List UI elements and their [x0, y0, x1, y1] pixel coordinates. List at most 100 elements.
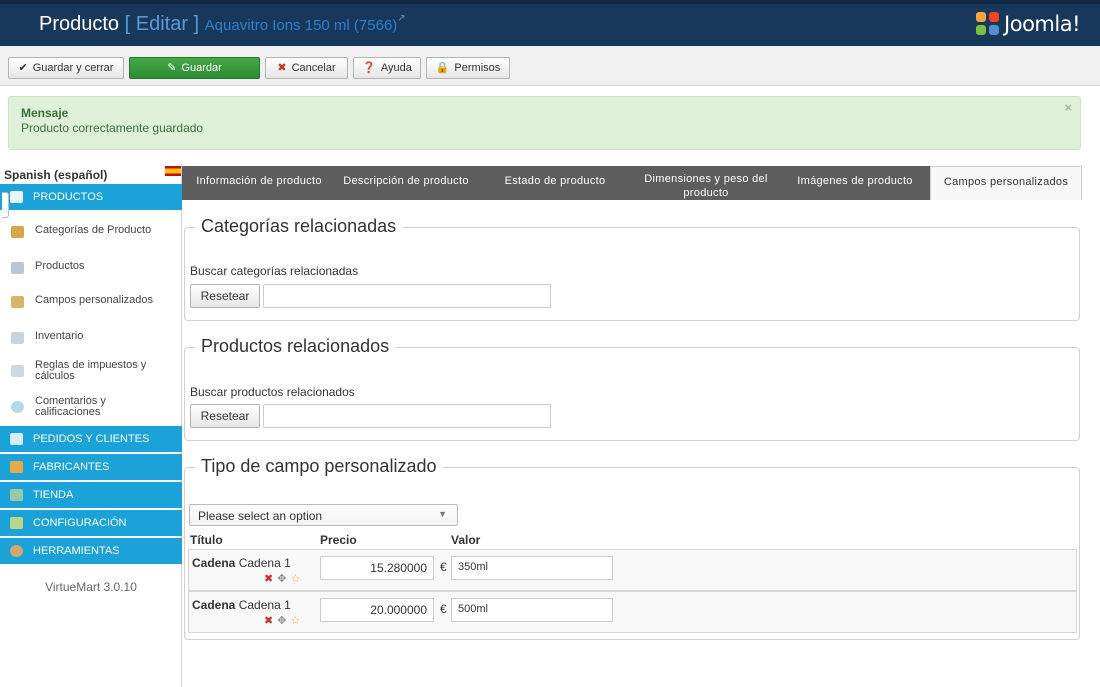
- cancel-button[interactable]: ✖ Cancelar: [265, 57, 348, 79]
- remove-icon[interactable]: ✖: [264, 614, 273, 627]
- sidebar-item-campos[interactable]: Campos personalizados: [0, 294, 182, 308]
- tab-dimensiones[interactable]: Dimensiones y peso del producto: [634, 166, 778, 200]
- section-label: FABRICANTES: [33, 461, 110, 473]
- column-header-titulo: Título: [190, 533, 223, 547]
- app-header: Producto [ Editar ] Aquavitro Ions 150 m…: [0, 0, 1100, 46]
- product-list-icon: [11, 262, 24, 274]
- close-message-button[interactable]: ×: [1064, 100, 1072, 115]
- manufacturers-icon: [10, 461, 23, 473]
- row-name: Cadena 1: [238, 556, 291, 570]
- tab-descripcion[interactable]: Descripción de producto: [335, 166, 477, 200]
- related-categories-input[interactable]: [263, 284, 551, 308]
- row-type: Cadena: [192, 556, 236, 570]
- title-action: [ Editar ]: [124, 13, 200, 35]
- save-label: Guardar: [181, 62, 222, 74]
- sidebar-item-label: Comentarios y calificaciones: [35, 395, 106, 418]
- help-button[interactable]: ❓ Ayuda: [353, 57, 421, 79]
- custom-field-select[interactable]: Please select an option ▼: [189, 504, 458, 526]
- orders-icon: [10, 433, 23, 445]
- related-products-input[interactable]: [263, 404, 551, 428]
- cancel-label: Cancelar: [291, 62, 336, 74]
- configuration-icon: [10, 517, 23, 529]
- related-categories-label: Buscar categorías relacionadas: [190, 264, 359, 278]
- sidebar-item-comentarios[interactable]: Comentarios y calificaciones: [0, 396, 140, 418]
- related-categories-legend: Categorías relacionadas: [195, 216, 403, 237]
- row-actions: ✖ ✥ ☆: [264, 614, 300, 627]
- star-icon[interactable]: ☆: [290, 572, 300, 585]
- product-tabs: Información de producto Descripción de p…: [182, 166, 1082, 200]
- help-icon: ❓: [362, 61, 376, 74]
- star-icon[interactable]: ☆: [290, 614, 300, 627]
- related-products-legend: Productos relacionados: [195, 336, 396, 357]
- sidebar-item-label: Inventario: [35, 330, 84, 342]
- reset-products-button[interactable]: Resetear: [190, 404, 260, 428]
- joomla-logo[interactable]: Joomla!: [976, 12, 1080, 36]
- sidebar-item-productos[interactable]: Productos: [0, 260, 182, 274]
- permissions-label: Permisos: [454, 62, 501, 74]
- section-label: PRODUCTOS: [33, 191, 104, 203]
- tax-rules-icon: [11, 365, 24, 377]
- sidebar-section-productos[interactable]: PRODUCTOS: [0, 184, 182, 210]
- joomla-mark-icon: [976, 12, 1000, 36]
- tab-informacion[interactable]: Información de producto: [186, 166, 332, 200]
- product-name[interactable]: Aquavitro Ions 150 ml (7566): [205, 17, 398, 34]
- remove-icon[interactable]: ✖: [264, 572, 273, 585]
- move-icon[interactable]: ✥: [277, 614, 286, 627]
- column-header-valor: Valor: [451, 533, 481, 547]
- price-input[interactable]: 20.000000: [320, 598, 434, 622]
- sidebar: Spanish (español) PRODUCTOS Categorías d…: [0, 164, 182, 687]
- tools-icon: [10, 545, 23, 557]
- language-selector[interactable]: Spanish (español): [4, 168, 107, 182]
- version-label: VirtueMart 3.0.10: [45, 580, 137, 594]
- spain-flag-icon: [165, 166, 181, 176]
- help-label: Ayuda: [380, 62, 412, 74]
- section-label: CONFIGURACIÓN: [33, 517, 127, 529]
- products-icon: [10, 191, 23, 203]
- select-value: Please select an option: [198, 509, 323, 523]
- cancel-icon: ✖: [277, 61, 287, 74]
- tab-estado[interactable]: Estado de producto: [494, 166, 616, 200]
- move-icon[interactable]: ✥: [277, 572, 286, 585]
- value-input[interactable]: 350ml: [451, 556, 613, 580]
- custom-field-row: Cadena Cadena 1 ✖ ✥ ☆ 20.000000 € 500ml: [188, 591, 1077, 633]
- shop-icon: [10, 489, 23, 501]
- logo-text: Joomla!: [1004, 12, 1080, 36]
- sidebar-section-tienda[interactable]: TIENDA: [0, 482, 182, 508]
- row-type: Cadena: [192, 598, 236, 612]
- page-title: Producto [ Editar ] Aquavitro Ions 150 m…: [39, 13, 406, 36]
- chevron-down-icon: ▼: [438, 509, 447, 519]
- lock-icon: 🔒: [435, 61, 450, 74]
- sidebar-item-label: Productos: [35, 260, 85, 272]
- sidebar-section-fabricantes[interactable]: FABRICANTES: [0, 454, 182, 480]
- external-link-icon[interactable]: ↗: [397, 13, 405, 24]
- currency-symbol: €: [440, 602, 447, 616]
- custom-fields-icon: [11, 296, 24, 308]
- sidebar-item-label: Reglas de impuestos y cálculos: [35, 359, 147, 382]
- tab-campos-personalizados[interactable]: Campos personalizados: [930, 166, 1082, 200]
- sidebar-item-label: Campos personalizados: [35, 294, 154, 306]
- tab-imagenes[interactable]: Imágenes de producto: [788, 166, 922, 200]
- custom-field-legend: Tipo de campo personalizado: [195, 456, 443, 477]
- section-label: PEDIDOS Y CLIENTES: [33, 433, 150, 445]
- edit-icon: ✎: [167, 61, 177, 74]
- permissions-button[interactable]: 🔒 Permisos: [426, 57, 510, 79]
- row-title: Cadena Cadena 1: [192, 598, 291, 612]
- toolbar: ✔ Guardar y cerrar ✎ Guardar ✖ Cancelar …: [0, 46, 1100, 86]
- sidebar-item-inventario[interactable]: Inventario: [0, 330, 182, 344]
- save-button[interactable]: ✎ Guardar: [129, 57, 260, 79]
- related-products-label: Buscar productos relacionados: [190, 385, 355, 399]
- sidebar-item-impuestos[interactable]: Reglas de impuestos y cálculos: [0, 360, 150, 382]
- sidebar-section-pedidos[interactable]: PEDIDOS Y CLIENTES: [0, 426, 182, 452]
- custom-field-row: Cadena Cadena 1 ✖ ✥ ☆ 15.280000 € 350ml: [188, 549, 1077, 591]
- categories-icon: [11, 226, 24, 238]
- sidebar-collapse-handle[interactable]: [2, 192, 9, 218]
- save-close-button[interactable]: ✔ Guardar y cerrar: [8, 57, 124, 79]
- sidebar-item-categorias[interactable]: Categorías de Producto: [0, 224, 182, 238]
- success-message: Mensaje Producto correctamente guardado …: [8, 96, 1081, 150]
- reset-categories-button[interactable]: Resetear: [190, 284, 260, 308]
- sidebar-section-configuracion[interactable]: CONFIGURACIÓN: [0, 510, 182, 536]
- value-input[interactable]: 500ml: [451, 598, 613, 622]
- sidebar-section-herramientas[interactable]: HERRAMIENTAS: [0, 538, 182, 564]
- price-input[interactable]: 15.280000: [320, 556, 434, 580]
- message-text: Producto correctamente guardado: [21, 121, 204, 135]
